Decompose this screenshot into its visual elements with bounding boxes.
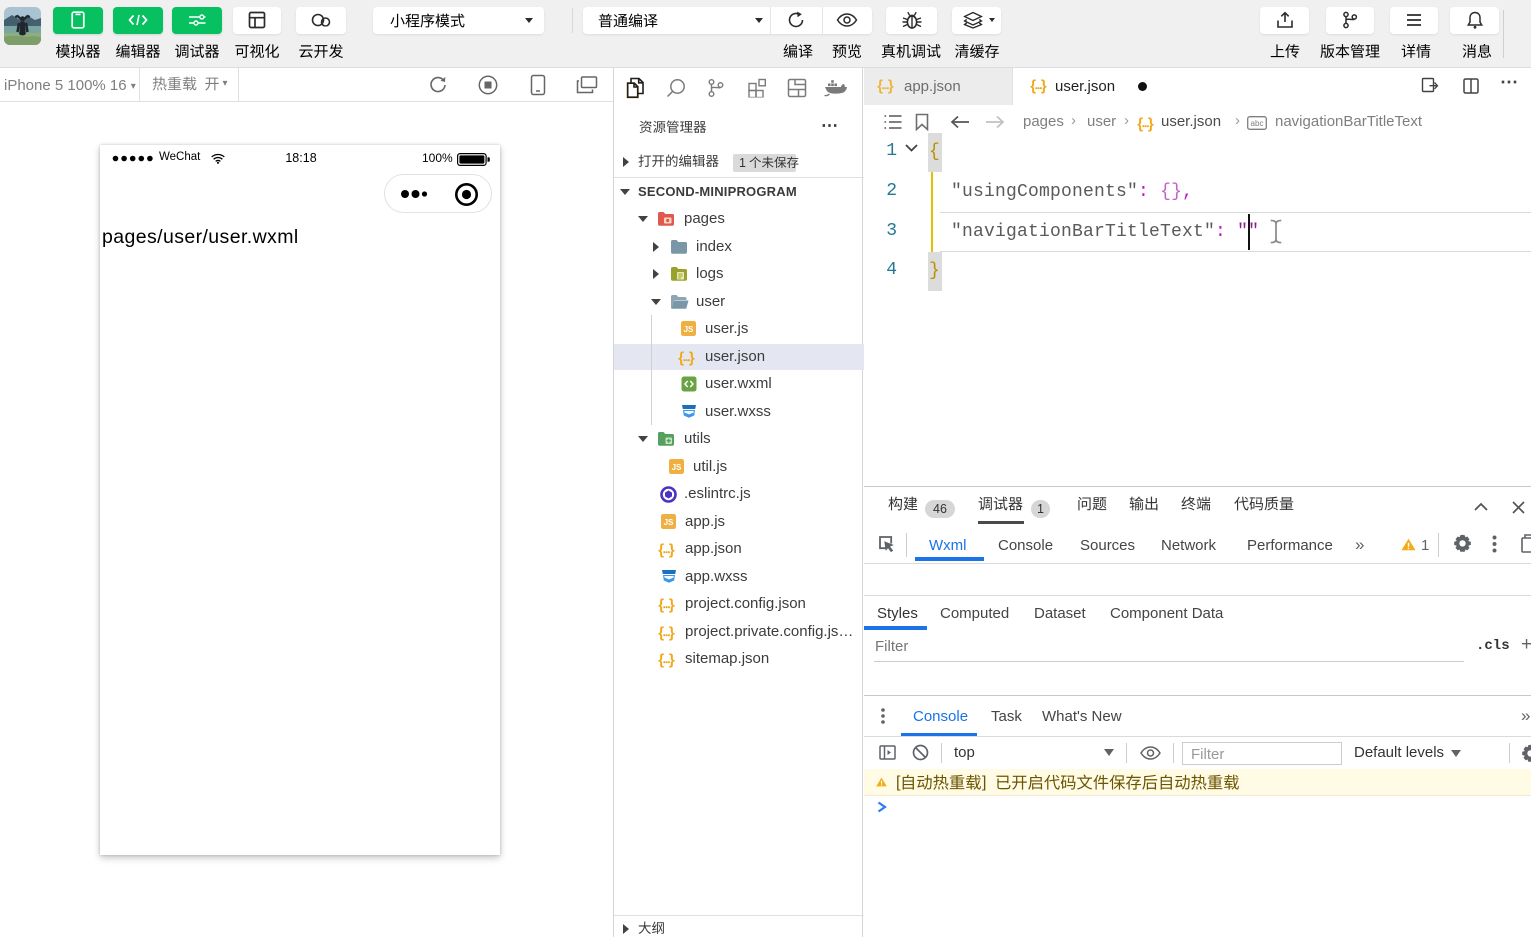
svg-text:}: } — [669, 597, 675, 614]
svg-text:{: { — [658, 597, 664, 614]
svg-text:JS: JS — [684, 325, 694, 334]
svg-text:abc: abc — [1251, 119, 1264, 128]
svg-text:{: { — [658, 652, 664, 669]
svg-text:{: { — [1137, 116, 1143, 133]
svg-text:}: } — [689, 349, 695, 366]
svg-text:}: } — [1041, 78, 1047, 95]
svg-text:}: } — [1148, 116, 1154, 133]
svg-text:}: } — [888, 78, 894, 95]
svg-text:{: { — [658, 624, 664, 641]
svg-text:JS: JS — [672, 463, 682, 472]
svg-text:}: } — [669, 624, 675, 641]
svg-text:{: { — [678, 349, 684, 366]
svg-text:{: { — [1030, 78, 1036, 95]
svg-text:JS: JS — [664, 518, 674, 527]
svg-text:}: } — [669, 652, 675, 669]
svg-text:{: { — [658, 542, 664, 559]
svg-text:}: } — [669, 542, 675, 559]
svg-text:{: { — [877, 78, 883, 95]
